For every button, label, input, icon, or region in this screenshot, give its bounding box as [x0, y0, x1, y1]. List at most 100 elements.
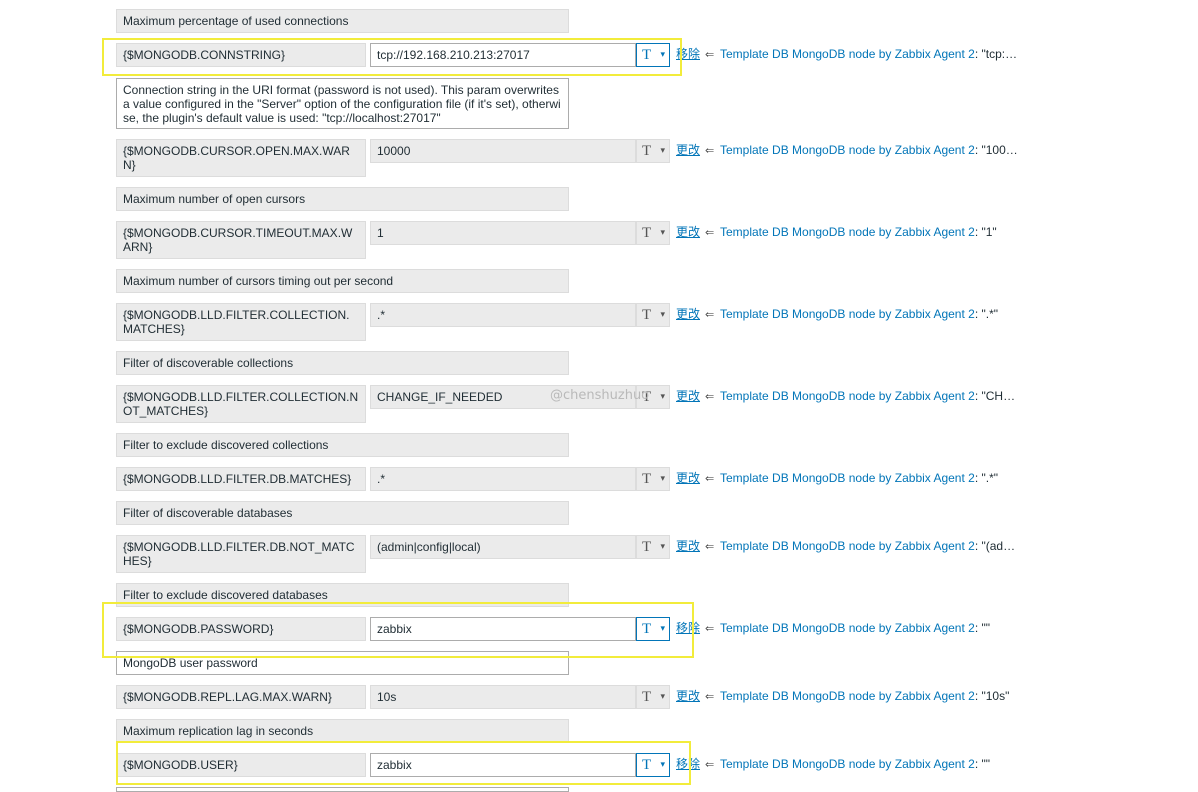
inherit-arrow-icon: ⇐ [705, 309, 715, 321]
change-link[interactable]: 更改 [676, 225, 700, 239]
macro-value-input[interactable]: zabbix [370, 617, 636, 641]
text-type-icon: T [642, 757, 652, 773]
macro-description: Filter to exclude discovered collections [116, 433, 569, 457]
macro-name-field: {$MONGODB.LLD.FILTER.COLLECTION.NOT_MATC… [116, 385, 366, 423]
value-type-button: T ▾ [636, 535, 670, 559]
template-link[interactable]: Template DB MongoDB node by Zabbix Agent… [720, 621, 975, 635]
macro-name-field: {$MONGODB.LLD.FILTER.DB.NOT_MATCHES} [116, 535, 366, 573]
watermark: @chenshuzhuo [550, 388, 650, 403]
inherited-value-text: : ".*" [974, 307, 999, 321]
change-link[interactable]: 更改 [676, 307, 700, 321]
macro-description: Maximum number of open cursors [116, 187, 569, 211]
inherited-value: Template DB MongoDB node by Zabbix Agent… [720, 389, 1015, 403]
macro-name-field: {$MONGODB.PASSWORD} [116, 617, 366, 641]
macro-description: Filter of discoverable databases [116, 501, 569, 525]
macro-name-field: {$MONGODB.LLD.FILTER.DB.MATCHES} [116, 467, 366, 491]
value-type-button[interactable]: T ▾ [636, 43, 670, 67]
chevron-down-icon: ▾ [660, 760, 665, 770]
inherited-value-text: : "(ad… [974, 539, 1016, 553]
inherited-value: Template DB MongoDB node by Zabbix Agent… [720, 47, 1017, 61]
chevron-down-icon: ▾ [660, 146, 665, 156]
change-link[interactable]: 更改 [676, 389, 700, 403]
text-type-icon: T [642, 225, 652, 241]
macro-name-field: {$MONGODB.CURSOR.OPEN.MAX.WARN} [116, 139, 366, 177]
inherited-value-text: : ".*" [974, 471, 999, 485]
macro-value-input: 10s [370, 685, 636, 709]
value-type-button: T ▾ [636, 303, 670, 327]
template-link[interactable]: Template DB MongoDB node by Zabbix Agent… [720, 471, 975, 485]
inherited-value-text: : "100… [974, 143, 1018, 157]
macro-description[interactable]: MongoDB user password [116, 651, 569, 675]
macro-value-input: (admin|config|local) [370, 535, 636, 559]
template-link[interactable]: Template DB MongoDB node by Zabbix Agent… [720, 47, 975, 61]
inherited-value-text: : "CH… [974, 389, 1016, 403]
template-link[interactable]: Template DB MongoDB node by Zabbix Agent… [720, 539, 975, 553]
inherited-value-text: : "1" [974, 225, 997, 239]
chevron-down-icon: ▾ [660, 692, 665, 702]
macro-description: Filter to exclude discovered databases [116, 583, 569, 607]
text-type-icon: T [642, 539, 652, 555]
inherit-arrow-icon: ⇐ [705, 227, 715, 239]
macro-description[interactable] [116, 787, 569, 792]
text-type-icon: T [642, 143, 652, 159]
macro-value-input: .* [370, 467, 636, 491]
chevron-down-icon: ▾ [660, 474, 665, 484]
change-link[interactable]: 更改 [676, 471, 700, 485]
value-type-button[interactable]: T ▾ [636, 617, 670, 641]
inherited-value-text: : "" [974, 757, 991, 771]
template-link[interactable]: Template DB MongoDB node by Zabbix Agent… [720, 143, 975, 157]
remove-link[interactable]: 移除 [676, 621, 700, 635]
inherit-arrow-icon: ⇐ [705, 49, 715, 61]
inherited-value: Template DB MongoDB node by Zabbix Agent… [720, 689, 1009, 703]
value-type-button[interactable]: T ▾ [636, 753, 670, 777]
inherit-arrow-icon: ⇐ [705, 541, 715, 553]
template-link[interactable]: Template DB MongoDB node by Zabbix Agent… [720, 389, 975, 403]
chevron-down-icon: ▾ [660, 310, 665, 320]
macro-value-input[interactable]: zabbix [370, 753, 636, 777]
inherit-arrow-icon: ⇐ [705, 473, 715, 485]
chevron-down-icon: ▾ [660, 392, 665, 402]
inherited-value: Template DB MongoDB node by Zabbix Agent… [720, 757, 990, 771]
value-type-button: T ▾ [636, 139, 670, 163]
inherited-value: Template DB MongoDB node by Zabbix Agent… [720, 143, 1018, 157]
chevron-down-icon: ▾ [660, 228, 665, 238]
macro-value-input: .* [370, 303, 636, 327]
chevron-down-icon: ▾ [660, 50, 665, 60]
text-type-icon: T [642, 47, 652, 63]
macro-value-input: 10000 [370, 139, 636, 163]
text-type-icon: T [642, 471, 652, 487]
text-type-icon: T [642, 307, 652, 323]
inherited-value: Template DB MongoDB node by Zabbix Agent… [720, 307, 998, 321]
macro-value-input[interactable]: tcp://192.168.210.213:27017 [370, 43, 636, 67]
macro-name-field: {$MONGODB.LLD.FILTER.COLLECTION.MATCHES} [116, 303, 366, 341]
template-link[interactable]: Template DB MongoDB node by Zabbix Agent… [720, 307, 975, 321]
macro-description[interactable]: Connection string in the URI format (pas… [116, 78, 569, 129]
inherit-arrow-icon: ⇐ [705, 391, 715, 403]
inherited-value: Template DB MongoDB node by Zabbix Agent… [720, 539, 1015, 553]
inherited-value-text: : "tcp:… [974, 47, 1018, 61]
text-type-icon: T [642, 621, 652, 637]
change-link[interactable]: 更改 [676, 143, 700, 157]
inherited-value-text: : "" [974, 621, 991, 635]
remove-link[interactable]: 移除 [676, 47, 700, 61]
inherited-value: Template DB MongoDB node by Zabbix Agent… [720, 621, 990, 635]
remove-link[interactable]: 移除 [676, 757, 700, 771]
macro-name-field: {$MONGODB.CONNSTRING} [116, 43, 366, 67]
inherit-arrow-icon: ⇐ [705, 145, 715, 157]
change-link[interactable]: 更改 [676, 539, 700, 553]
inherit-arrow-icon: ⇐ [705, 759, 715, 771]
macro-name-field: {$MONGODB.CURSOR.TIMEOUT.MAX.WARN} [116, 221, 366, 259]
template-link[interactable]: Template DB MongoDB node by Zabbix Agent… [720, 757, 975, 771]
inherit-arrow-icon: ⇐ [705, 691, 715, 703]
change-link[interactable]: 更改 [676, 689, 700, 703]
macro-name-field: {$MONGODB.USER} [116, 753, 366, 777]
inherited-value-text: : "10s" [974, 689, 1010, 703]
inherited-value: Template DB MongoDB node by Zabbix Agent… [720, 225, 997, 239]
template-link[interactable]: Template DB MongoDB node by Zabbix Agent… [720, 225, 975, 239]
text-type-icon: T [642, 689, 652, 705]
macro-description: Maximum number of cursors timing out per… [116, 269, 569, 293]
chevron-down-icon: ▾ [660, 542, 665, 552]
macro-value-input: 1 [370, 221, 636, 245]
template-link[interactable]: Template DB MongoDB node by Zabbix Agent… [720, 689, 975, 703]
inherit-arrow-icon: ⇐ [705, 623, 715, 635]
